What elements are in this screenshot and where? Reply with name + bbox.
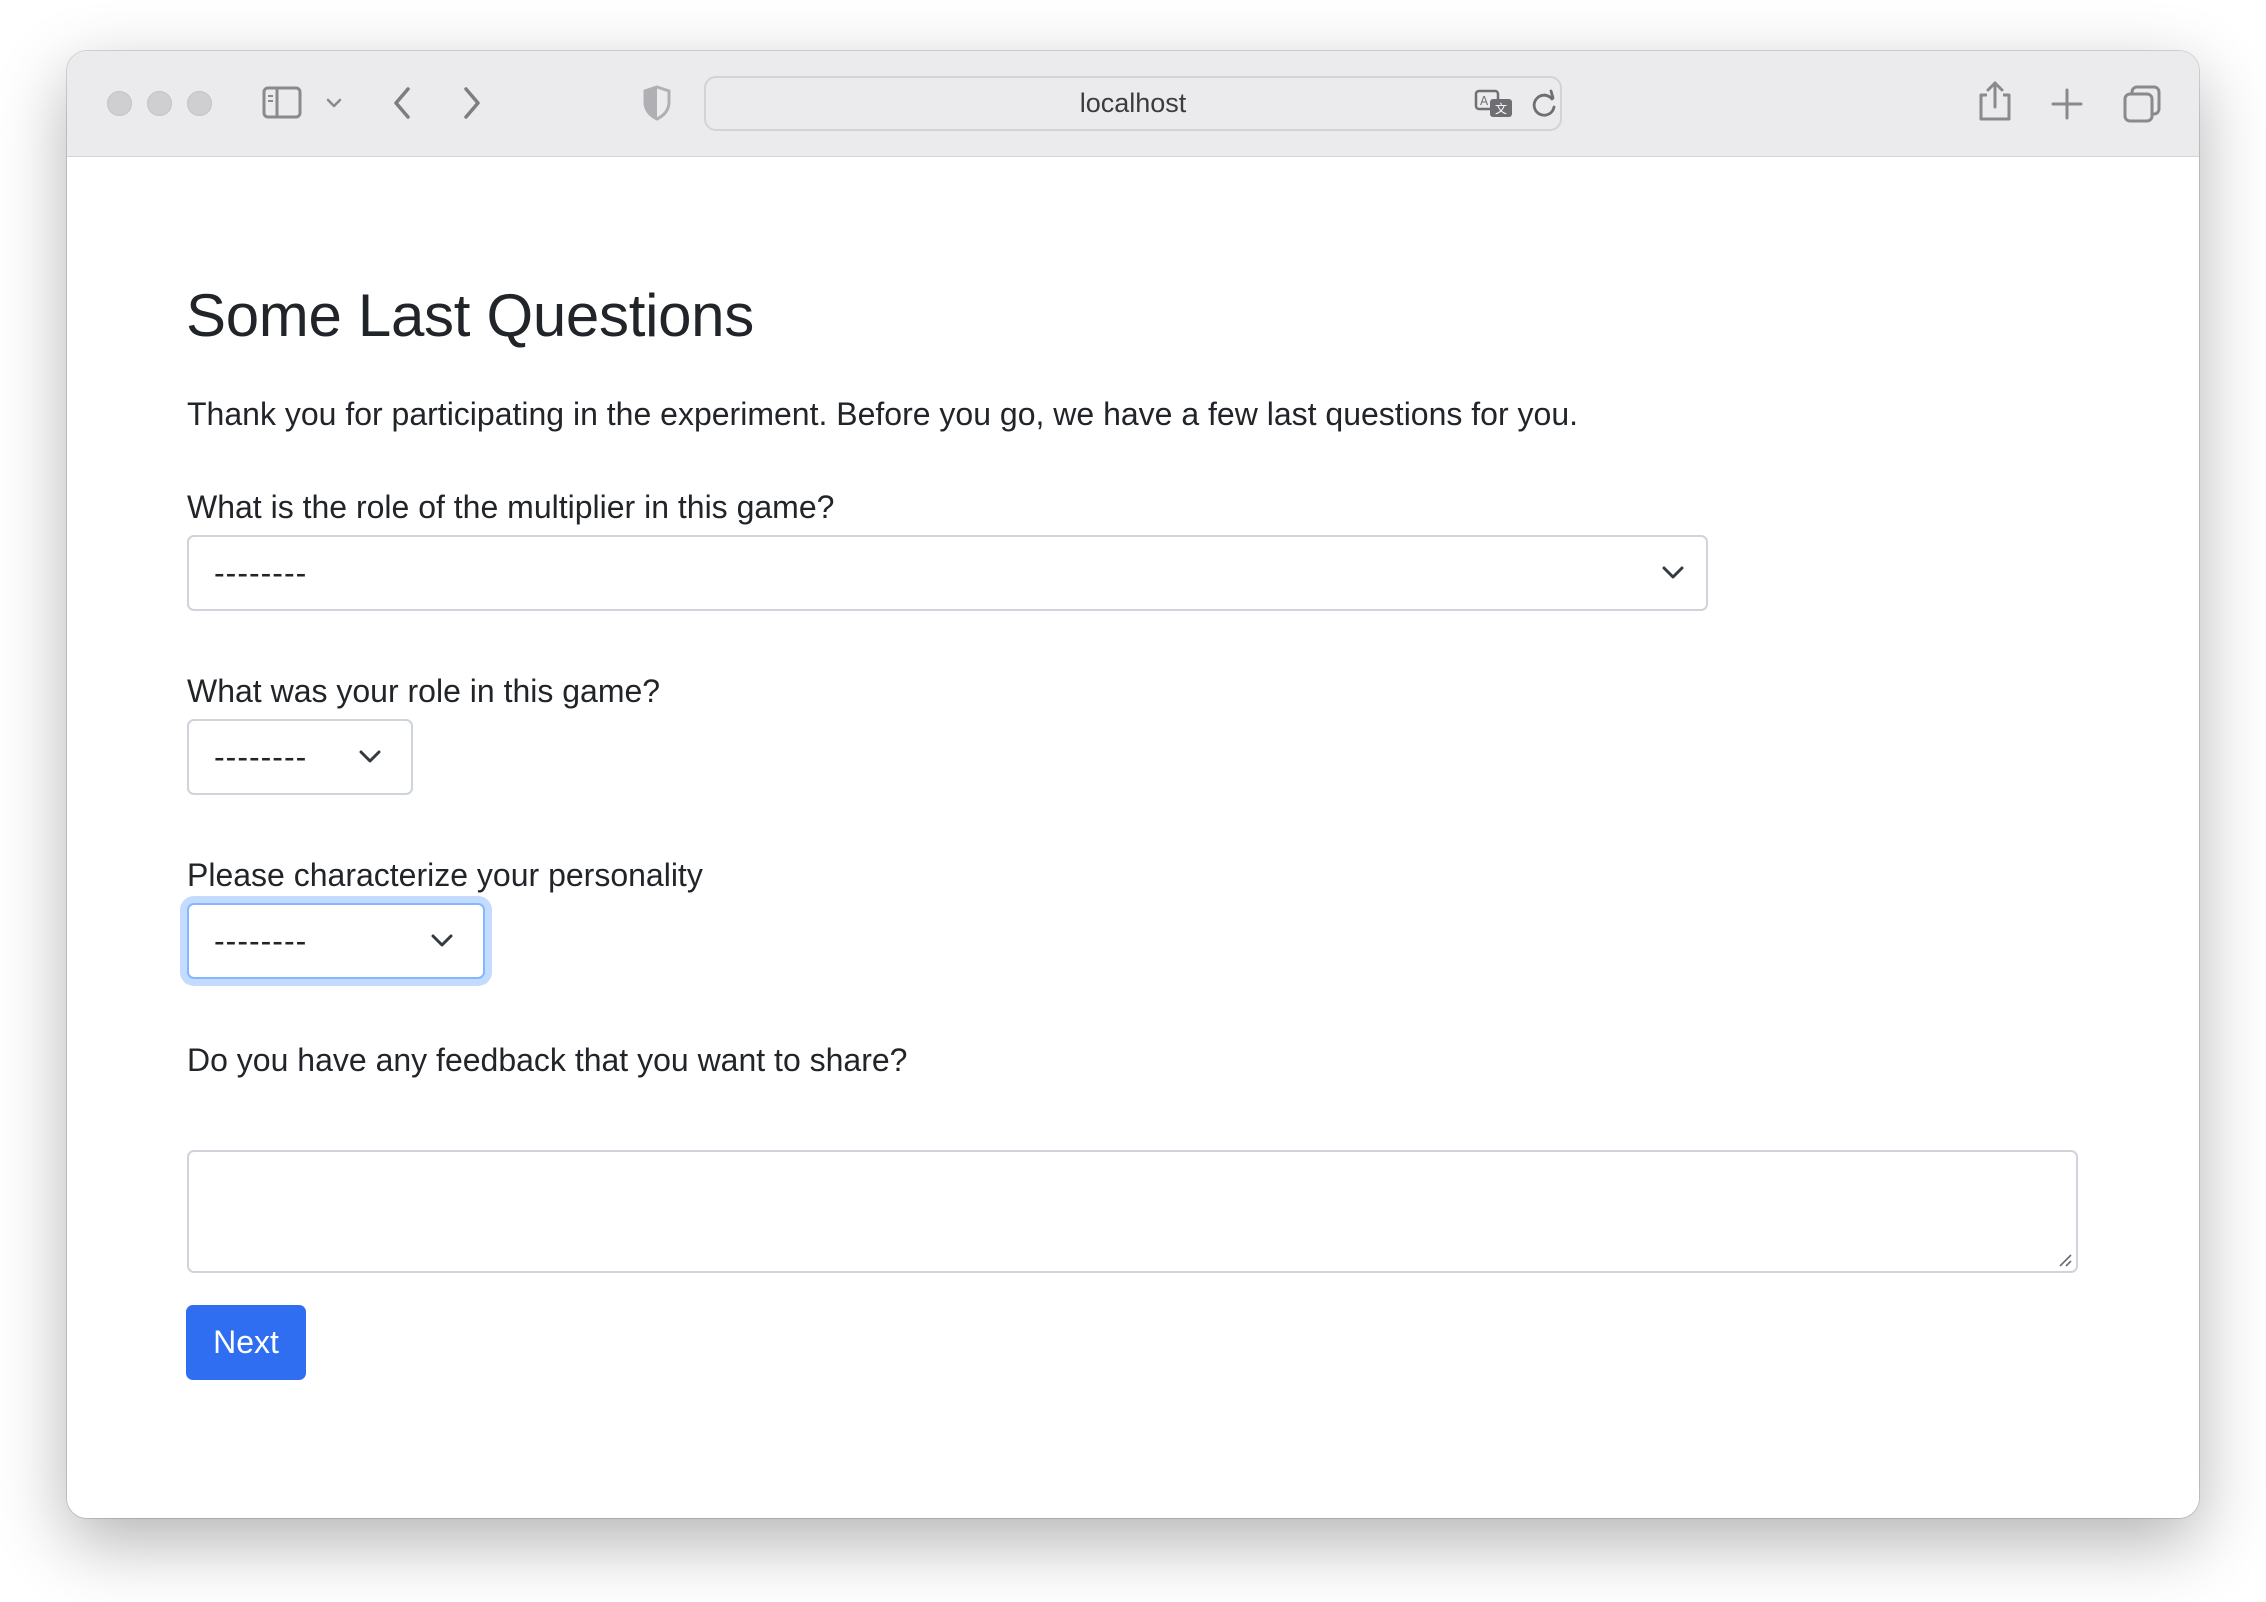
multiplier-role-value: -------- [214,555,308,591]
feedback-textarea[interactable] [187,1150,2078,1273]
close-window-button[interactable] [107,91,132,116]
next-button[interactable]: Next [186,1305,306,1380]
chevron-down-icon[interactable] [325,96,343,110]
zoom-window-button[interactable] [187,91,212,116]
minimize-window-button[interactable] [147,91,172,116]
chevron-down-icon [1662,566,1684,579]
reload-icon[interactable] [1529,89,1559,121]
player-role-select[interactable]: -------- [187,719,413,795]
multiplier-role-label: What is the role of the multiplier in th… [187,489,835,525]
intro-text: Thank you for participating in the exper… [187,396,1578,432]
svg-text:文: 文 [1495,101,1507,116]
page-title: Some Last Questions [186,282,754,349]
address-bar[interactable]: localhost A 文 [704,76,1562,131]
share-icon[interactable] [1977,79,2013,123]
browser-toolbar: localhost A 文 [67,51,2199,157]
forward-icon[interactable] [459,84,485,122]
address-text: localhost [1079,88,1187,118]
page-content: Some Last Questions Thank you for partic… [67,157,2199,1518]
translate-icon[interactable]: A 文 [1474,89,1514,119]
resize-handle-icon[interactable] [2057,1252,2073,1268]
browser-window: localhost A 文 Some Last Questions Thank … [67,51,2199,1518]
new-tab-icon[interactable] [2050,87,2084,121]
player-role-value: -------- [214,739,308,775]
multiplier-role-select[interactable]: -------- [187,535,1708,611]
personality-select[interactable]: -------- [187,903,485,979]
back-icon[interactable] [389,84,415,122]
svg-text:A: A [1480,94,1489,108]
privacy-shield-icon[interactable] [641,84,673,122]
chevron-down-icon [359,750,381,763]
feedback-label: Do you have any feedback that you want t… [187,1042,908,1078]
personality-label: Please characterize your personality [187,857,703,893]
personality-value: -------- [214,923,308,959]
player-role-label: What was your role in this game? [187,673,661,709]
chevron-down-icon [431,934,453,947]
sidebar-icon[interactable] [262,85,304,121]
tab-overview-icon[interactable] [2122,84,2162,124]
